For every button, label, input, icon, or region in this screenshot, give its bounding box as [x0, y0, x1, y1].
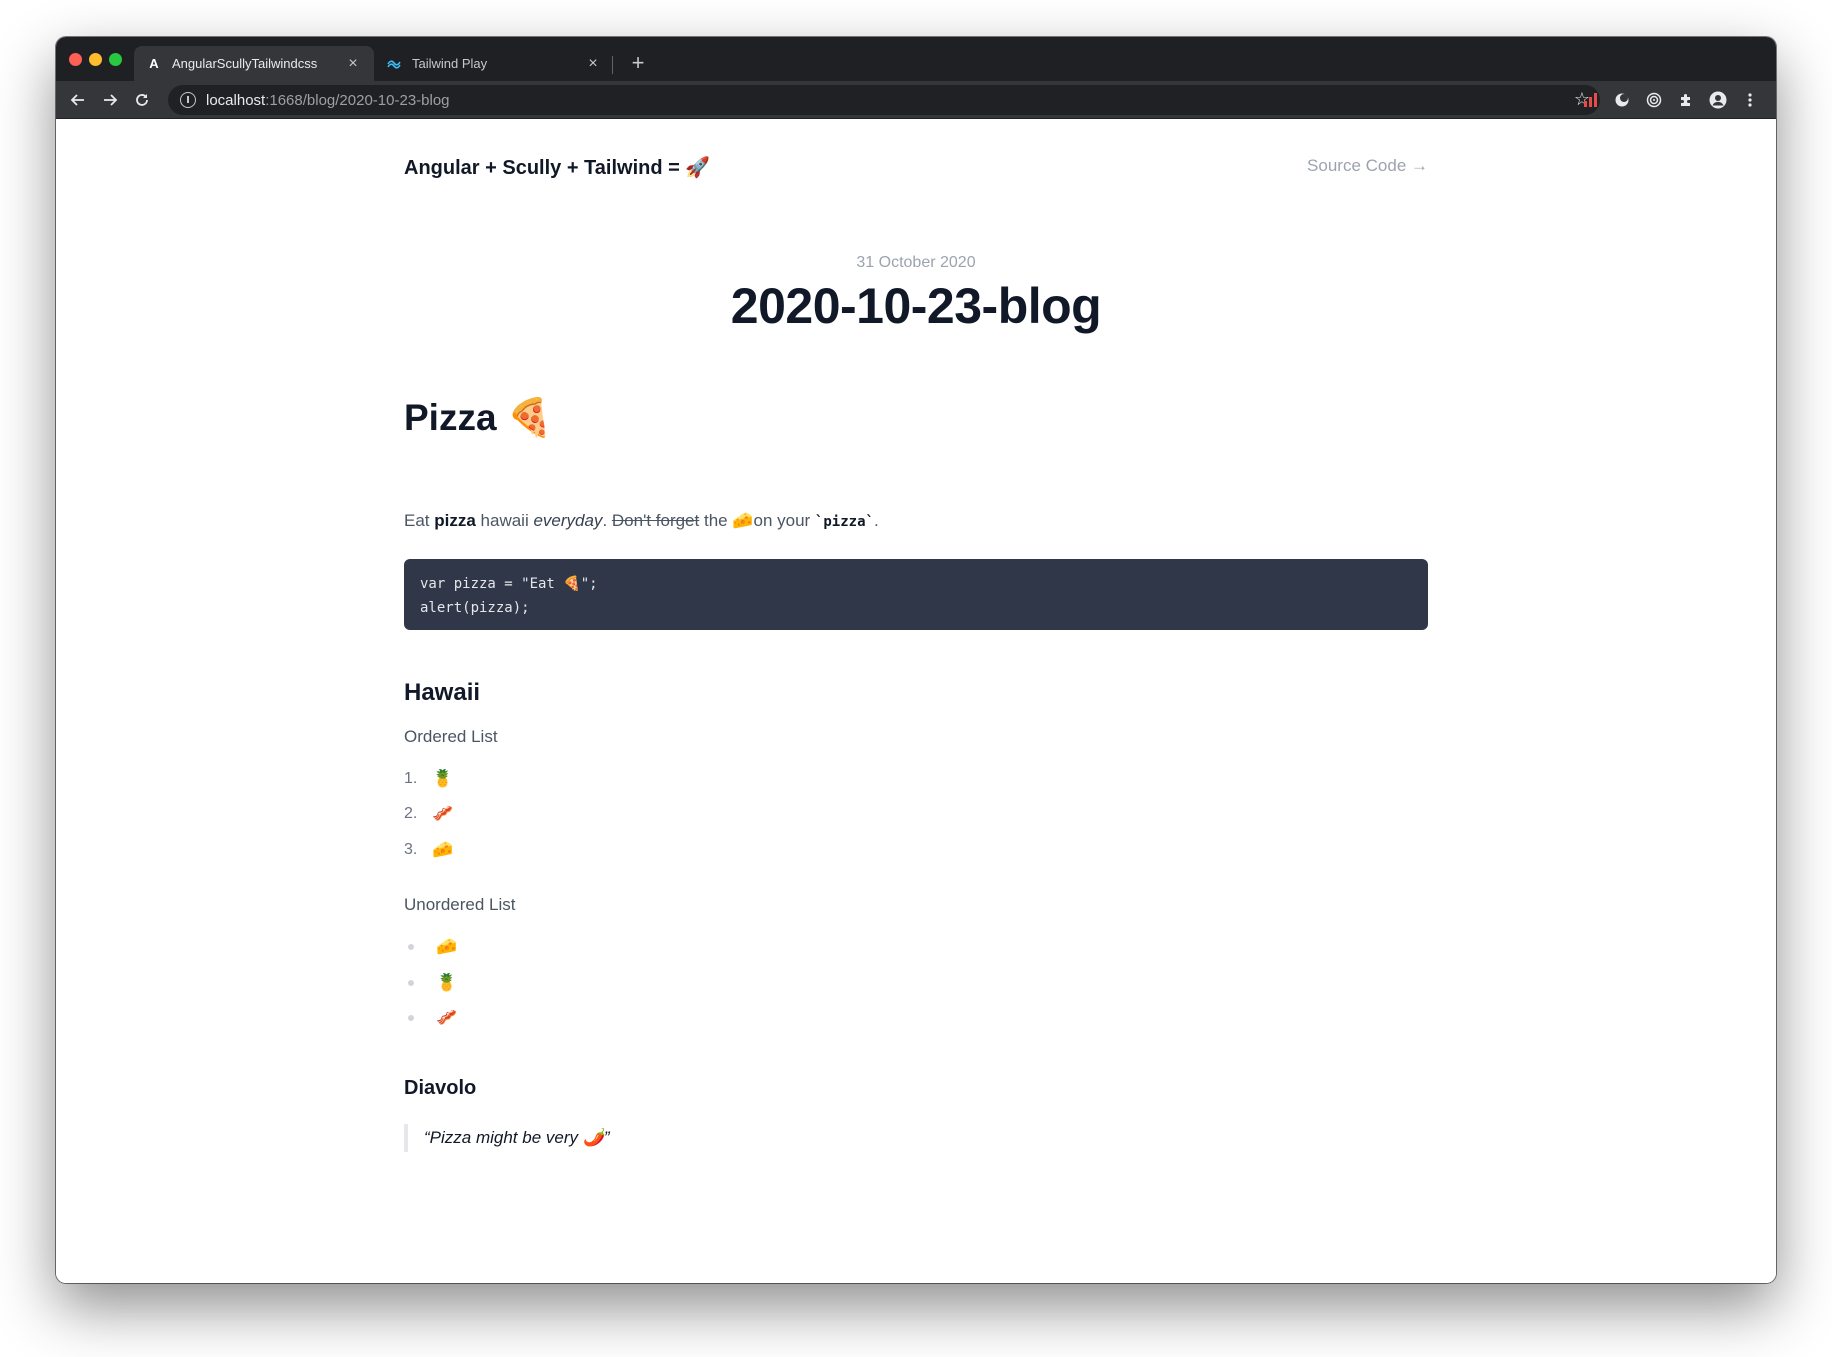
- minimize-window-button[interactable]: [89, 53, 102, 66]
- reload-button[interactable]: [128, 86, 156, 114]
- cheese-emoji: 🧀: [432, 840, 454, 859]
- close-window-button[interactable]: [69, 53, 82, 66]
- tab-angular-scully[interactable]: A AngularScullyTailwindcss ×: [134, 46, 374, 81]
- ordered-list-item: 3. 🧀: [404, 840, 453, 860]
- text-run: the 🧀on your: [699, 511, 815, 530]
- more-vertical-icon: [1748, 93, 1752, 107]
- bar-chart-icon: [1584, 93, 1597, 107]
- italic-text: everyday: [533, 511, 603, 530]
- text-run: .: [602, 511, 612, 530]
- moon-icon: [1615, 93, 1629, 107]
- heading-diavolo: Diavolo: [404, 1077, 477, 1099]
- close-icon[interactable]: ×: [344, 55, 362, 73]
- browser-toolbar: localhost:1668/blog/2020-10-23-blog ☆: [56, 81, 1776, 119]
- bacon-emoji: 🥓: [432, 804, 454, 823]
- post-title: 2020-10-23-blog: [730, 278, 1102, 334]
- arrow-left-icon: [70, 94, 84, 106]
- code-line: alert(pizza);: [420, 600, 530, 616]
- bullet: [408, 980, 414, 986]
- pineapple-emoji: 🍍: [432, 769, 454, 788]
- bullet: [408, 1015, 414, 1021]
- intro-paragraph: Eat pizza hawaii everyday. Don't forget …: [404, 511, 879, 531]
- menu-button[interactable]: [1736, 86, 1764, 114]
- tab-separator: [612, 56, 613, 74]
- site-title-link[interactable]: Angular + Scully + Tailwind = 🚀: [404, 155, 710, 180]
- inline-code: `pizza`: [814, 514, 874, 530]
- url-host: localhost: [206, 91, 266, 109]
- tab-label: Tailwind Play: [412, 56, 488, 71]
- forward-button[interactable]: [96, 86, 124, 114]
- new-tab-button[interactable]: +: [624, 49, 652, 77]
- puzzle-icon: [1681, 94, 1690, 106]
- address-bar[interactable]: localhost:1668/blog/2020-10-23-blog ☆: [168, 85, 1600, 115]
- browser-window: A AngularScullyTailwindcss × Tailwind Pl…: [56, 37, 1776, 1283]
- cheese-emoji: 🧀: [436, 937, 458, 956]
- analytics-extension-button[interactable]: [1576, 86, 1604, 114]
- target-icon: [1646, 92, 1662, 108]
- heading-hawaii: Hawaii: [404, 679, 481, 706]
- pineapple-emoji: 🍍: [436, 973, 458, 992]
- angular-icon: A: [149, 56, 159, 71]
- reload-icon: [136, 94, 148, 106]
- ordered-list-item: 1. 🍍: [404, 769, 453, 789]
- source-code-link[interactable]: Source Code →: [1307, 156, 1428, 176]
- bullet: [408, 944, 414, 950]
- moon-extension-button[interactable]: [1608, 86, 1636, 114]
- profile-button[interactable]: [1704, 86, 1732, 114]
- info-icon[interactable]: [180, 92, 196, 108]
- target-extension-button[interactable]: [1640, 86, 1668, 114]
- close-icon[interactable]: ×: [584, 55, 602, 73]
- bacon-emoji: 🥓: [436, 1008, 458, 1027]
- maximize-window-button[interactable]: [109, 53, 122, 66]
- text-run: hawaii: [475, 511, 534, 530]
- text-run: Eat: [404, 511, 435, 530]
- heading-pizza: Pizza 🍕: [404, 397, 553, 438]
- list-number: 3.: [404, 841, 418, 858]
- bold-text: pizza: [434, 511, 476, 530]
- list-number: 2.: [404, 805, 418, 822]
- back-button[interactable]: [64, 86, 92, 114]
- blockquote: “Pizza might be very 🌶️”: [404, 1124, 610, 1152]
- tailwind-icon: [386, 56, 402, 72]
- ordered-list-item: 2. 🥓: [404, 804, 453, 824]
- strikethrough-text: Don't forget: [611, 511, 700, 530]
- tab-strip: A AngularScullyTailwindcss × Tailwind Pl…: [56, 37, 1776, 81]
- url-path: :1668/blog/2020-10-23-blog: [265, 91, 450, 109]
- unordered-list-item: 🧀: [404, 937, 457, 957]
- unordered-list-item: 🥓: [404, 1008, 457, 1028]
- tab-tailwind-play[interactable]: Tailwind Play ×: [374, 46, 614, 81]
- quote-text: “Pizza might be very 🌶️”: [424, 1128, 610, 1147]
- arrow-right-icon: [104, 94, 118, 106]
- extensions-button[interactable]: [1672, 86, 1700, 114]
- tab-label: AngularScullyTailwindcss: [172, 56, 318, 71]
- text-run: .: [873, 511, 879, 530]
- code-block: var pizza = "Eat 🍕"; alert(pizza);: [404, 559, 1428, 630]
- list-number: 1.: [404, 770, 418, 787]
- ordered-list-label: Ordered List: [404, 727, 498, 746]
- account-icon: [1709, 91, 1727, 109]
- unordered-list-label: Unordered List: [404, 895, 516, 914]
- post-date: 31 October 2020: [856, 254, 976, 271]
- site-header: Angular + Scully + Tailwind = 🚀 Source C…: [404, 152, 1428, 184]
- unordered-list-item: 🍍: [404, 973, 457, 993]
- code-line: var pizza = "Eat 🍕";: [420, 576, 598, 592]
- page-viewport: Angular + Scully + Tailwind = 🚀 Source C…: [56, 119, 1776, 1283]
